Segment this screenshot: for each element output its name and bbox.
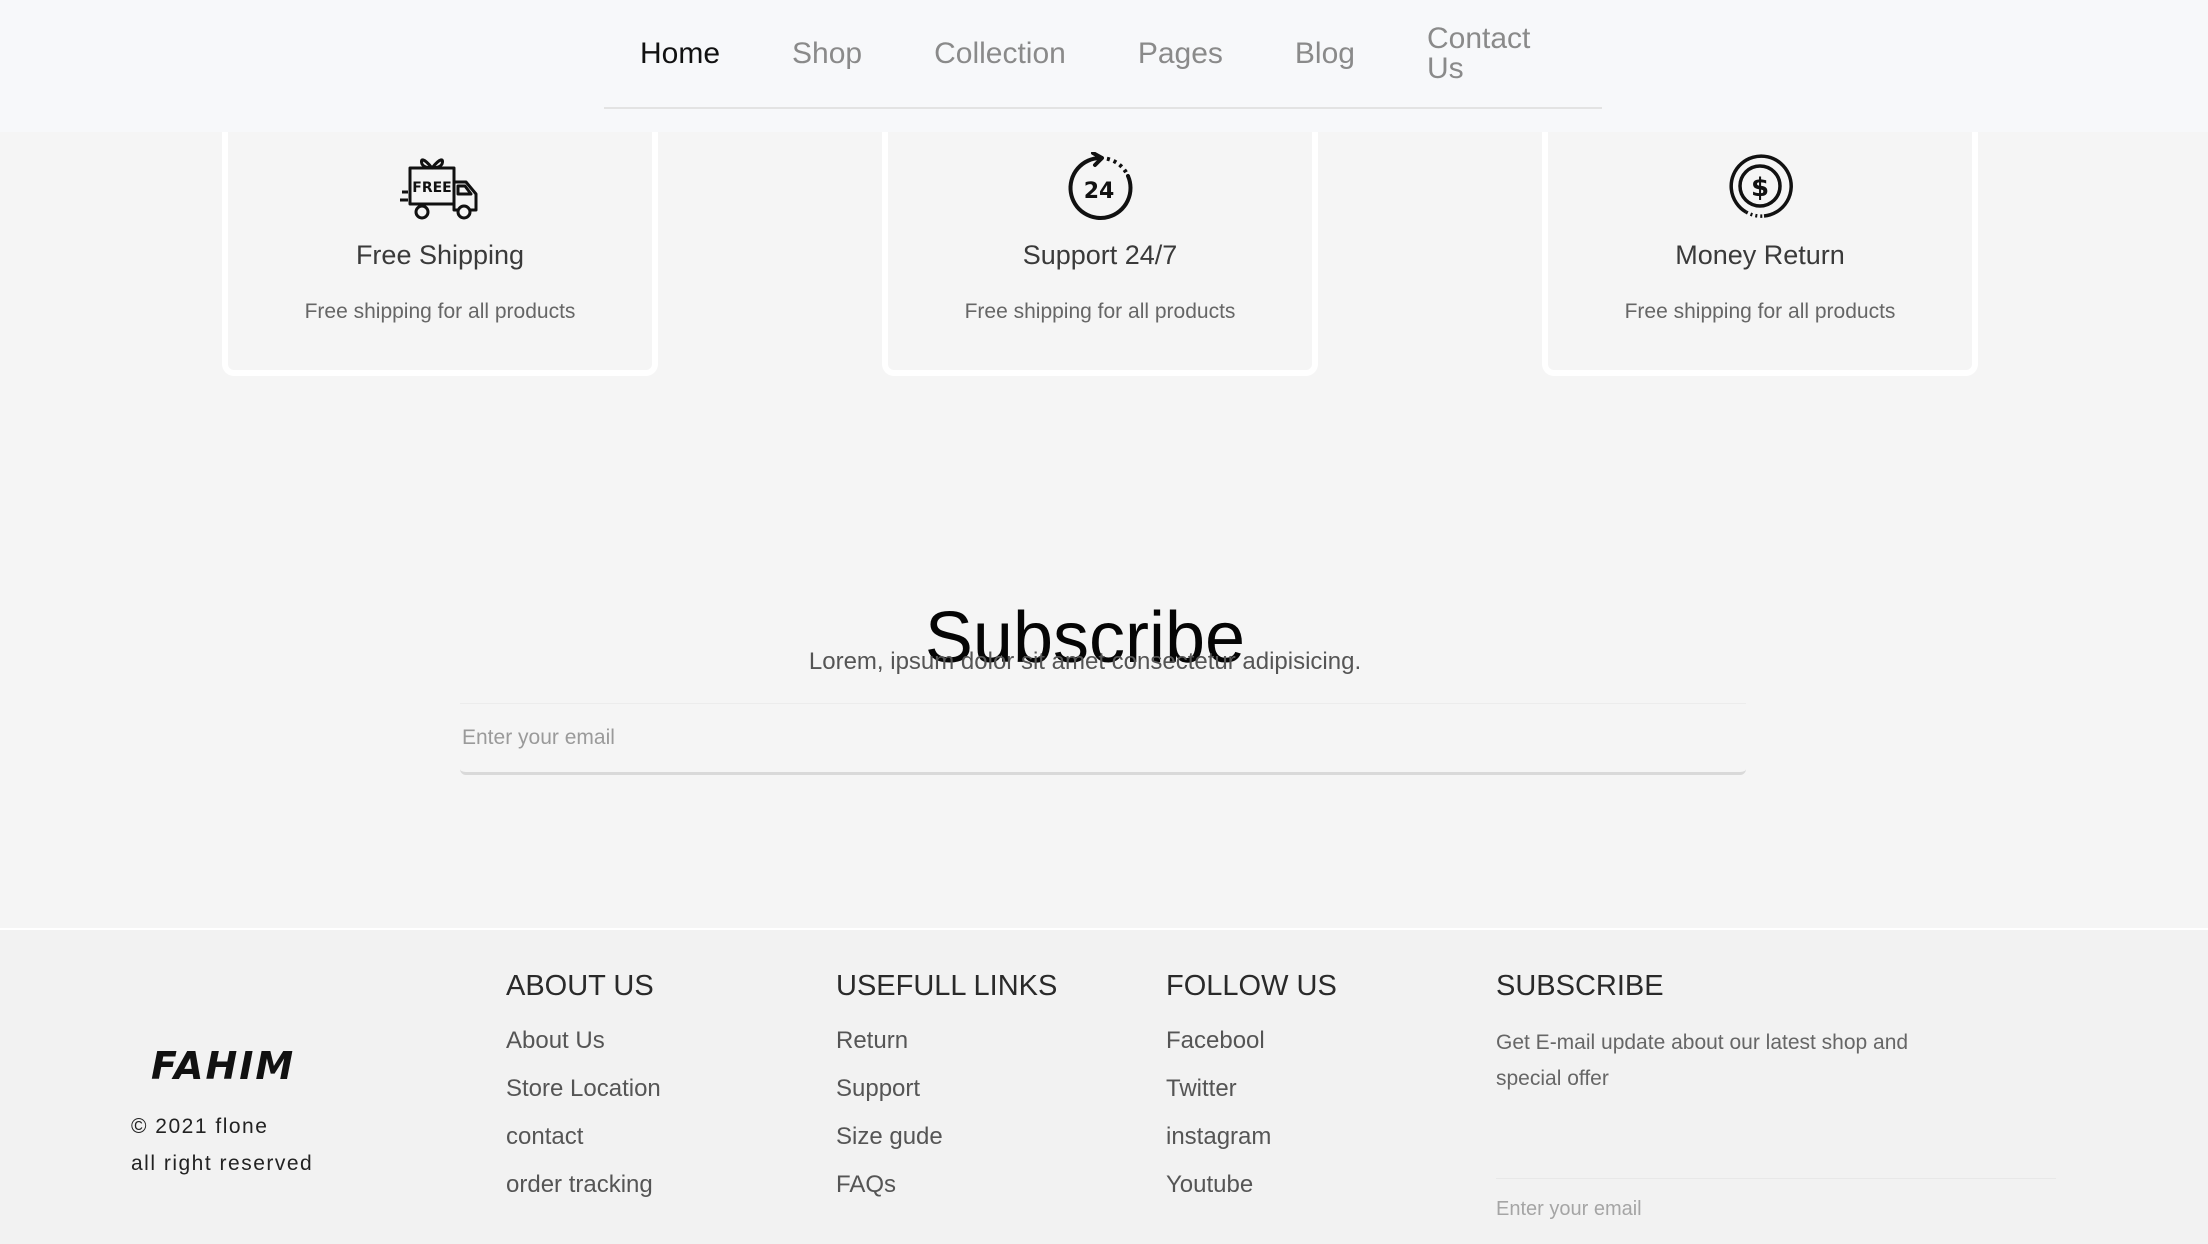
nav-item-blog[interactable]: Blog xyxy=(1295,38,1355,69)
footer-link[interactable]: order tracking xyxy=(506,1171,661,1219)
footer-link[interactable]: contact xyxy=(506,1123,661,1171)
nav-item-contact-us[interactable]: Contact Us xyxy=(1427,23,1566,84)
nav-item-collection[interactable]: Collection xyxy=(934,38,1066,69)
footer-link-twitter[interactable]: Twitter xyxy=(1166,1075,1337,1123)
money-return-icon: $ xyxy=(1729,154,1793,218)
svg-text:24: 24 xyxy=(1084,179,1115,204)
feature-title: Free Shipping xyxy=(355,240,525,270)
feature-title: Support 24/7 xyxy=(1022,240,1178,270)
top-navbar: Home Shop Collection Pages Blog Contact … xyxy=(0,0,2208,132)
support-24-7-icon: 24 xyxy=(1068,152,1133,220)
footer-column-about: ABOUT US About Us Store Location contact… xyxy=(506,972,661,1219)
footer-link[interactable]: About Us xyxy=(506,1027,661,1075)
feature-card-money-return: $ Money Return Free shipping for all pro… xyxy=(1542,110,1978,376)
footer-heading: ABOUT US xyxy=(506,970,654,1002)
footer: FAHIM © 2021 flone all right reserved AB… xyxy=(0,928,2208,1244)
footer-link[interactable]: Support xyxy=(836,1075,1057,1123)
nav-item-shop[interactable]: Shop xyxy=(792,38,862,69)
nav-item-pages[interactable]: Pages xyxy=(1138,38,1223,69)
free-shipping-truck-icon: FREE xyxy=(400,158,478,220)
copyright: © 2021 flone all right reserved xyxy=(131,1108,313,1182)
feature-card-support: 24 Support 24/7 Free shipping for all pr… xyxy=(882,110,1318,376)
feature-description: Free shipping for all products xyxy=(1624,300,1896,323)
footer-link-facebook[interactable]: Facebool xyxy=(1166,1027,1337,1075)
footer-link-instagram[interactable]: instagram xyxy=(1166,1123,1337,1171)
svg-text:$: $ xyxy=(1751,173,1769,203)
footer-column-subscribe: SUBSCRIBE Get E-mail update about our la… xyxy=(1496,972,1916,1097)
footer-logo[interactable]: FAHIM xyxy=(151,1044,295,1088)
footer-link[interactable]: FAQs xyxy=(836,1171,1057,1219)
main-nav: Home Shop Collection Pages Blog Contact … xyxy=(604,0,1602,109)
footer-email-input[interactable] xyxy=(1496,1178,2056,1239)
subscribe-description: Lorem, ipsum dolor sit amet consectetur … xyxy=(808,648,1362,675)
copyright-line: all right reserved xyxy=(131,1152,314,1175)
footer-heading: FOLLOW US xyxy=(1166,970,1337,1002)
footer-link[interactable]: Return xyxy=(836,1027,1057,1075)
footer-subscribe-text: Get E-mail update about our latest shop … xyxy=(1496,1031,1909,1090)
footer-link[interactable]: Store Location xyxy=(506,1075,661,1123)
copyright-line: © 2021 flone xyxy=(131,1115,269,1138)
footer-column-follow-us: FOLLOW US Facebool Twitter instagram You… xyxy=(1166,972,1337,1219)
footer-column-useful-links: USEFULL LINKS Return Support Size gude F… xyxy=(836,972,1057,1219)
feature-description: Free shipping for all products xyxy=(304,300,576,323)
footer-link-youtube[interactable]: Youtube xyxy=(1166,1171,1337,1219)
feature-title: Money Return xyxy=(1675,240,1845,270)
footer-heading: SUBSCRIBE xyxy=(1496,970,1664,1002)
feature-description: Free shipping for all products xyxy=(964,300,1236,323)
feature-card-free-shipping: FREE Free Shipping Free shipping for all… xyxy=(222,110,658,376)
footer-link[interactable]: Size gude xyxy=(836,1123,1057,1171)
svg-text:FREE: FREE xyxy=(412,180,451,196)
subscribe-email-input[interactable] xyxy=(460,703,1746,775)
footer-heading: USEFULL LINKS xyxy=(836,970,1058,1002)
nav-item-home[interactable]: Home xyxy=(640,38,720,69)
